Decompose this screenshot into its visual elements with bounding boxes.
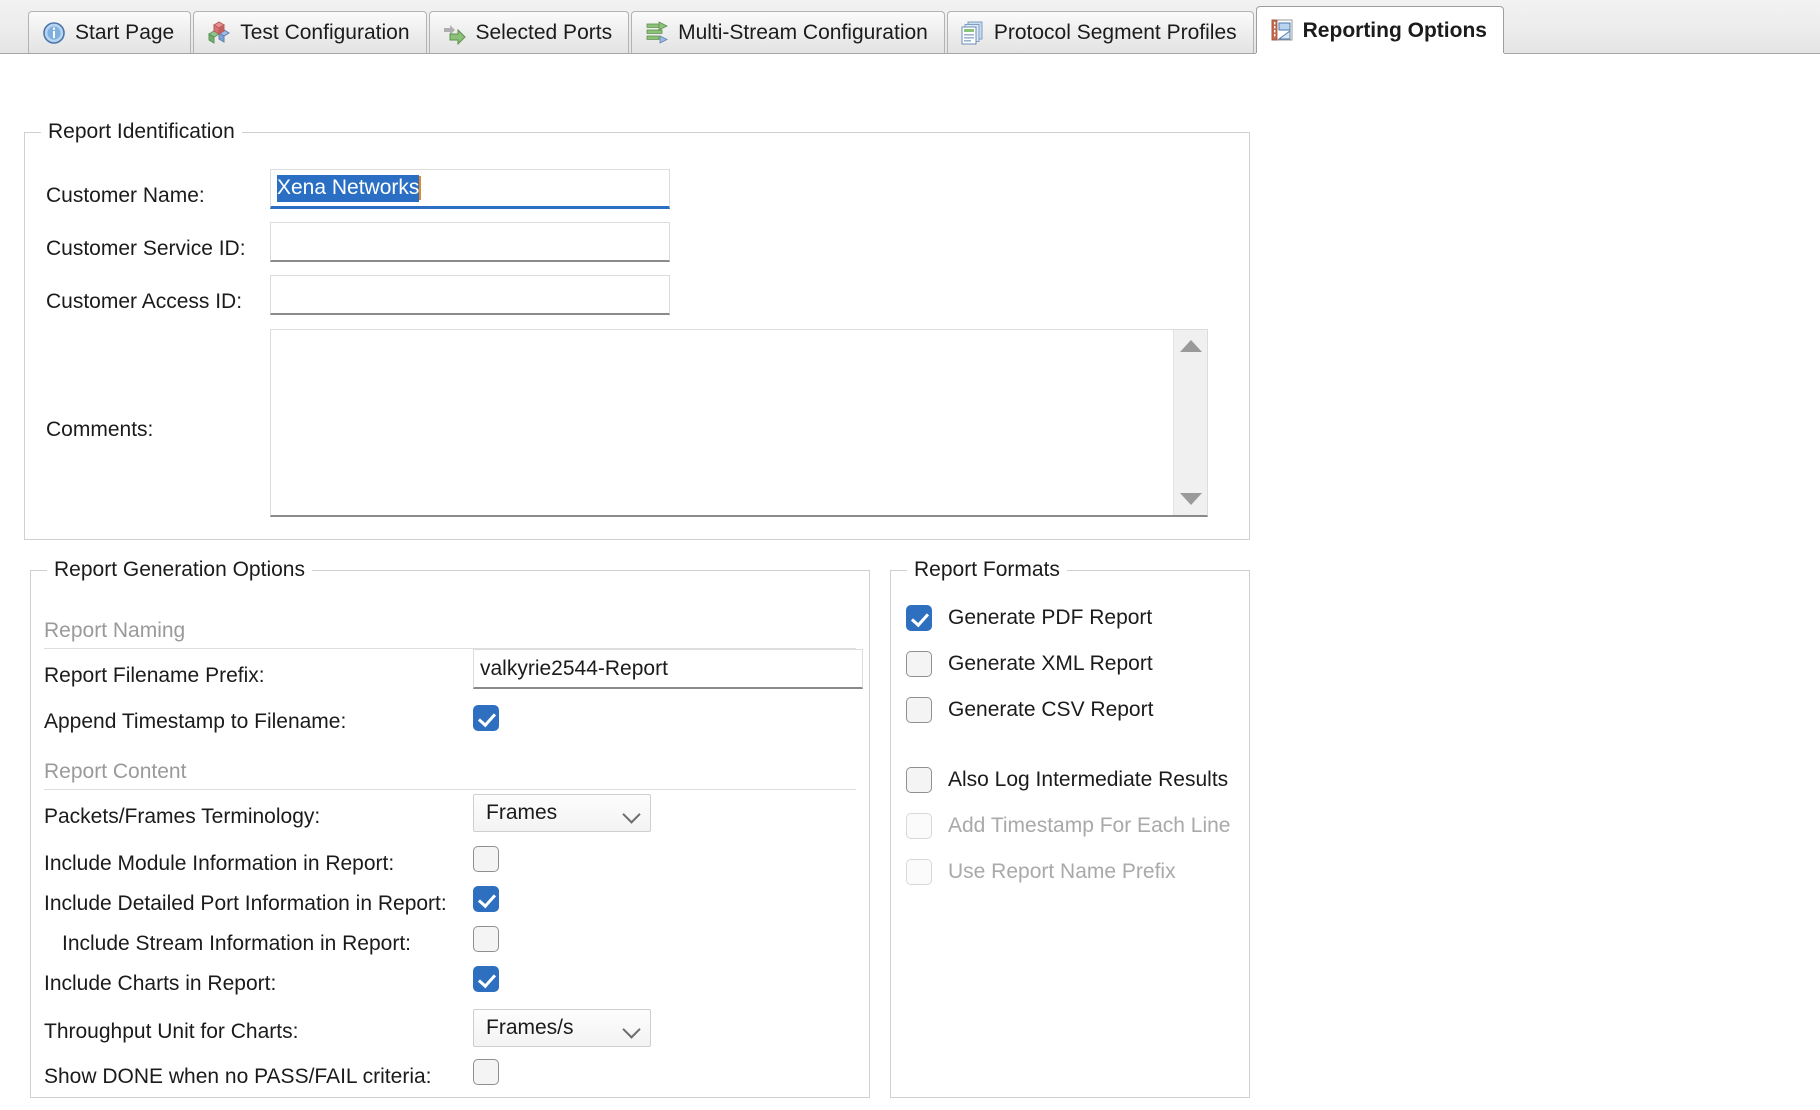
include-stream-info-label: Include Stream Information in Report:: [62, 932, 412, 955]
report-filename-prefix-value: valkyrie2544-Report: [480, 656, 668, 680]
info-circle-icon: [42, 21, 66, 45]
use-report-name-prefix-checkbox: [906, 859, 932, 885]
show-done-label: Show DONE when no PASS/FAIL criteria:: [44, 1065, 432, 1088]
show-done-checkbox[interactable]: [473, 1059, 499, 1085]
throughput-unit-dropdown[interactable]: Frames/s: [473, 1009, 651, 1047]
generate-csv-checkbox[interactable]: [906, 697, 932, 723]
throughput-unit-value: Frames/s: [486, 1016, 574, 1039]
stacked-pages-icon: [961, 21, 985, 45]
customer-access-id-label: Customer Access ID:: [46, 290, 243, 313]
tab-multi-stream-configuration[interactable]: Multi-Stream Configuration: [631, 11, 945, 53]
group-title: Report Formats: [907, 558, 1067, 582]
format-row-use-report-name-prefix: Use Report Name Prefix: [906, 859, 1176, 885]
include-port-info-checkbox[interactable]: [473, 886, 499, 912]
blocks-icon: [207, 20, 231, 45]
tab-bar: Start Page Test Configuration Selected P…: [0, 0, 1820, 54]
group-title: Report Identification: [41, 120, 242, 144]
throughput-unit-label: Throughput Unit for Charts:: [44, 1020, 299, 1043]
report-naming-subheader: Report Naming: [44, 619, 186, 642]
format-label: Generate CSV Report: [948, 698, 1154, 721]
customer-service-id-label: Customer Service ID:: [46, 237, 246, 260]
report-content-subheader: Report Content: [44, 760, 187, 783]
terminology-label: Packets/Frames Terminology:: [44, 805, 321, 828]
scroll-down-arrow-icon[interactable]: [1179, 493, 1202, 505]
include-module-info-checkbox[interactable]: [473, 846, 499, 872]
tab-start-page[interactable]: Start Page: [28, 11, 192, 53]
report-filename-prefix-label: Report Filename Prefix:: [44, 664, 265, 687]
include-charts-checkbox[interactable]: [473, 966, 499, 992]
append-timestamp-checkbox[interactable]: [473, 705, 499, 731]
generate-pdf-checkbox[interactable]: [906, 605, 932, 631]
format-label: Add Timestamp For Each Line: [948, 814, 1231, 837]
reporting-options-panel: Report Identification Customer Name: Xen…: [0, 54, 1820, 1110]
customer-name-input[interactable]: Xena Networks: [270, 169, 670, 209]
tab-label: Reporting Options: [1302, 18, 1487, 42]
format-label: Use Report Name Prefix: [948, 860, 1176, 883]
tab-label: Test Configuration: [240, 21, 410, 44]
tab-label: Protocol Segment Profiles: [993, 21, 1237, 44]
report-filename-prefix-input[interactable]: valkyrie2544-Report: [473, 649, 863, 689]
tab-label: Multi-Stream Configuration: [678, 21, 928, 44]
include-port-info-label: Include Detailed Port Information in Rep…: [44, 892, 447, 915]
include-stream-info-checkbox[interactable]: [473, 926, 499, 952]
format-row-generate-xml[interactable]: Generate XML Report: [906, 651, 1153, 677]
tab-protocol-segment-profiles[interactable]: Protocol Segment Profiles: [946, 11, 1254, 53]
log-intermediate-results-checkbox[interactable]: [906, 767, 932, 793]
tab-label: Start Page: [75, 21, 175, 44]
format-row-add-timestamp-line: Add Timestamp For Each Line: [906, 813, 1230, 839]
include-module-info-label: Include Module Information in Report:: [44, 852, 395, 875]
notebook-icon: [1270, 18, 1294, 42]
comments-label: Comments:: [46, 418, 154, 441]
report-content-divider: [44, 789, 856, 790]
scroll-up-arrow-icon[interactable]: [1179, 340, 1202, 352]
tab-label: Selected Ports: [475, 21, 613, 44]
format-label: Generate PDF Report: [948, 606, 1153, 629]
green-arrows-icon: [443, 21, 467, 45]
comments-value[interactable]: [271, 330, 1173, 515]
comments-scrollbar[interactable]: [1173, 330, 1207, 515]
terminology-dropdown[interactable]: Frames: [473, 794, 651, 832]
customer-access-id-input[interactable]: [270, 275, 670, 315]
format-row-generate-csv[interactable]: Generate CSV Report: [906, 697, 1153, 723]
customer-name-label: Customer Name:: [46, 184, 205, 207]
include-charts-label: Include Charts in Report:: [44, 972, 277, 995]
text-caret: [419, 176, 422, 200]
append-timestamp-label: Append Timestamp to Filename:: [44, 710, 347, 733]
generate-xml-checkbox[interactable]: [906, 651, 932, 677]
terminology-value: Frames: [486, 801, 558, 824]
comments-textarea[interactable]: [270, 329, 1208, 517]
tab-reporting-options[interactable]: Reporting Options: [1255, 6, 1504, 53]
streams-arrows-icon: [645, 20, 669, 45]
format-row-log-intermediate[interactable]: Also Log Intermediate Results: [906, 767, 1228, 793]
tab-test-configuration[interactable]: Test Configuration: [193, 11, 427, 53]
format-label: Generate XML Report: [948, 652, 1153, 675]
chevron-down-icon: [623, 1023, 640, 1033]
group-title: Report Generation Options: [47, 558, 312, 582]
customer-name-value: Xena Networks: [277, 174, 420, 202]
chevron-down-icon: [623, 808, 640, 818]
customer-service-id-input[interactable]: [270, 222, 670, 262]
format-label: Also Log Intermediate Results: [948, 768, 1229, 791]
tab-selected-ports[interactable]: Selected Ports: [428, 11, 630, 53]
format-row-generate-pdf[interactable]: Generate PDF Report: [906, 605, 1152, 631]
add-timestamp-each-line-checkbox: [906, 813, 932, 839]
